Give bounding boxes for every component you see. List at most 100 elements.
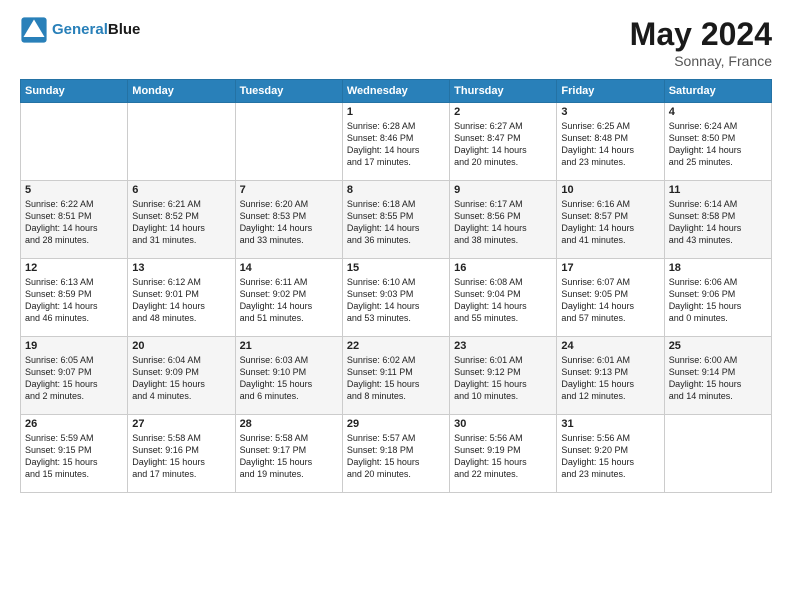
col-header-wednesday: Wednesday xyxy=(342,80,449,103)
week-row-5: 26 Sunrise: 5:59 AM Sunset: 9:15 PM Dayli… xyxy=(21,415,772,493)
day-info: Sunrise: 6:28 AM Sunset: 8:46 PM Dayligh… xyxy=(347,120,445,169)
day-cell: 24Sunrise: 6:01 AM Sunset: 9:13 PM Dayli… xyxy=(557,337,664,415)
day-number: 29 xyxy=(347,418,445,430)
day-cell: 31 Sunrise: 5:56 AM Sunset: 9:20 PM Dayli… xyxy=(557,415,664,493)
day-number: 14 xyxy=(240,262,338,274)
day-cell: 3 Sunrise: 6:25 AM Sunset: 8:48 PM Daylig… xyxy=(557,103,664,181)
day-info: Sunrise: 6:21 AM Sunset: 8:52 PM Dayligh… xyxy=(132,198,230,247)
day-info: Sunrise: 5:56 AM Sunset: 9:19 PM Dayligh… xyxy=(454,432,552,481)
week-row-3: 12Sunrise: 6:13 AM Sunset: 8:59 PM Dayli… xyxy=(21,259,772,337)
day-cell xyxy=(664,415,771,493)
day-cell: 15Sunrise: 6:10 AM Sunset: 9:03 PM Dayli… xyxy=(342,259,449,337)
day-cell: 1 Sunrise: 6:28 AM Sunset: 8:46 PM Daylig… xyxy=(342,103,449,181)
day-number: 16 xyxy=(454,262,552,274)
day-info: Sunrise: 6:27 AM Sunset: 8:47 PM Dayligh… xyxy=(454,120,552,169)
day-cell: 2 Sunrise: 6:27 AM Sunset: 8:47 PM Daylig… xyxy=(450,103,557,181)
day-number: 3 xyxy=(561,106,659,118)
day-number: 18 xyxy=(669,262,767,274)
day-info: Sunrise: 6:22 AM Sunset: 8:51 PM Dayligh… xyxy=(25,198,123,247)
col-header-tuesday: Tuesday xyxy=(235,80,342,103)
day-cell: 22 Sunrise: 6:02 AM Sunset: 9:11 PM Dayli… xyxy=(342,337,449,415)
header-row: SundayMondayTuesdayWednesdayThursdayFrid… xyxy=(21,80,772,103)
day-cell: 27 Sunrise: 5:58 AM Sunset: 9:16 PM Dayli… xyxy=(128,415,235,493)
day-info: Sunrise: 6:25 AM Sunset: 8:48 PM Dayligh… xyxy=(561,120,659,169)
day-number: 19 xyxy=(25,340,123,352)
header: GeneralBlue May 2024 Sonnay, France xyxy=(20,16,772,69)
day-info: Sunrise: 6:02 AM Sunset: 9:11 PM Dayligh… xyxy=(347,354,445,403)
day-cell: 30Sunrise: 5:56 AM Sunset: 9:19 PM Dayli… xyxy=(450,415,557,493)
day-cell: 8Sunrise: 6:18 AM Sunset: 8:55 PM Daylig… xyxy=(342,181,449,259)
day-info: Sunrise: 6:17 AM Sunset: 8:56 PM Dayligh… xyxy=(454,198,552,247)
week-row-4: 19 Sunrise: 6:05 AM Sunset: 9:07 PM Dayli… xyxy=(21,337,772,415)
day-cell: 7Sunrise: 6:20 AM Sunset: 8:53 PM Daylig… xyxy=(235,181,342,259)
col-header-sunday: Sunday xyxy=(21,80,128,103)
day-info: Sunrise: 6:07 AM Sunset: 9:05 PM Dayligh… xyxy=(561,276,659,325)
day-number: 7 xyxy=(240,184,338,196)
day-cell: 14 Sunrise: 6:11 AM Sunset: 9:02 PM Dayli… xyxy=(235,259,342,337)
logo-general: General xyxy=(52,21,108,38)
logo: GeneralBlue xyxy=(20,16,140,44)
col-header-thursday: Thursday xyxy=(450,80,557,103)
day-number: 20 xyxy=(132,340,230,352)
col-header-monday: Monday xyxy=(128,80,235,103)
day-number: 2 xyxy=(454,106,552,118)
day-number: 13 xyxy=(132,262,230,274)
day-info: Sunrise: 6:12 AM Sunset: 9:01 PM Dayligh… xyxy=(132,276,230,325)
col-header-friday: Friday xyxy=(557,80,664,103)
day-number: 8 xyxy=(347,184,445,196)
day-number: 1 xyxy=(347,106,445,118)
day-cell: 17 Sunrise: 6:07 AM Sunset: 9:05 PM Dayli… xyxy=(557,259,664,337)
day-cell: 5 Sunrise: 6:22 AM Sunset: 8:51 PM Daylig… xyxy=(21,181,128,259)
day-number: 27 xyxy=(132,418,230,430)
day-cell: 20 Sunrise: 6:04 AM Sunset: 9:09 PM Dayli… xyxy=(128,337,235,415)
day-number: 26 xyxy=(25,418,123,430)
day-info: Sunrise: 6:01 AM Sunset: 9:13 PM Dayligh… xyxy=(561,354,659,403)
day-info: Sunrise: 6:01 AM Sunset: 9:12 PM Dayligh… xyxy=(454,354,552,403)
day-cell: 21Sunrise: 6:03 AM Sunset: 9:10 PM Dayli… xyxy=(235,337,342,415)
day-cell: 29Sunrise: 5:57 AM Sunset: 9:18 PM Dayli… xyxy=(342,415,449,493)
day-cell: 13 Sunrise: 6:12 AM Sunset: 9:01 PM Dayli… xyxy=(128,259,235,337)
day-cell: 28Sunrise: 5:58 AM Sunset: 9:17 PM Dayli… xyxy=(235,415,342,493)
day-number: 10 xyxy=(561,184,659,196)
day-cell: 16 Sunrise: 6:08 AM Sunset: 9:04 PM Dayli… xyxy=(450,259,557,337)
day-info: Sunrise: 6:00 AM Sunset: 9:14 PM Dayligh… xyxy=(669,354,767,403)
day-cell: 23 Sunrise: 6:01 AM Sunset: 9:12 PM Dayli… xyxy=(450,337,557,415)
month-year: May 2024 xyxy=(630,16,772,53)
day-info: Sunrise: 5:58 AM Sunset: 9:17 PM Dayligh… xyxy=(240,432,338,481)
day-number: 31 xyxy=(561,418,659,430)
day-cell: 18 Sunrise: 6:06 AM Sunset: 9:06 PM Dayli… xyxy=(664,259,771,337)
day-cell: 10 Sunrise: 6:16 AM Sunset: 8:57 PM Dayli… xyxy=(557,181,664,259)
day-cell: 4Sunrise: 6:24 AM Sunset: 8:50 PM Daylig… xyxy=(664,103,771,181)
day-info: Sunrise: 5:59 AM Sunset: 9:15 PM Dayligh… xyxy=(25,432,123,481)
calendar-table: SundayMondayTuesdayWednesdayThursdayFrid… xyxy=(20,79,772,493)
day-info: Sunrise: 6:24 AM Sunset: 8:50 PM Dayligh… xyxy=(669,120,767,169)
day-number: 5 xyxy=(25,184,123,196)
day-cell: 12Sunrise: 6:13 AM Sunset: 8:59 PM Dayli… xyxy=(21,259,128,337)
day-info: Sunrise: 6:04 AM Sunset: 9:09 PM Dayligh… xyxy=(132,354,230,403)
logo-blue: Blue xyxy=(108,21,141,38)
day-info: Sunrise: 5:56 AM Sunset: 9:20 PM Dayligh… xyxy=(561,432,659,481)
day-cell: 25 Sunrise: 6:00 AM Sunset: 9:14 PM Dayli… xyxy=(664,337,771,415)
col-header-saturday: Saturday xyxy=(664,80,771,103)
page: GeneralBlue May 2024 Sonnay, France Sund… xyxy=(0,0,792,612)
day-number: 6 xyxy=(132,184,230,196)
week-row-2: 5 Sunrise: 6:22 AM Sunset: 8:51 PM Daylig… xyxy=(21,181,772,259)
day-cell: 26 Sunrise: 5:59 AM Sunset: 9:15 PM Dayli… xyxy=(21,415,128,493)
day-info: Sunrise: 6:14 AM Sunset: 8:58 PM Dayligh… xyxy=(669,198,767,247)
week-row-1: 1 Sunrise: 6:28 AM Sunset: 8:46 PM Daylig… xyxy=(21,103,772,181)
day-info: Sunrise: 6:06 AM Sunset: 9:06 PM Dayligh… xyxy=(669,276,767,325)
day-cell xyxy=(235,103,342,181)
day-number: 9 xyxy=(454,184,552,196)
day-number: 17 xyxy=(561,262,659,274)
day-number: 22 xyxy=(347,340,445,352)
day-cell: 19 Sunrise: 6:05 AM Sunset: 9:07 PM Dayli… xyxy=(21,337,128,415)
day-info: Sunrise: 6:08 AM Sunset: 9:04 PM Dayligh… xyxy=(454,276,552,325)
day-info: Sunrise: 6:05 AM Sunset: 9:07 PM Dayligh… xyxy=(25,354,123,403)
day-number: 23 xyxy=(454,340,552,352)
day-info: Sunrise: 6:11 AM Sunset: 9:02 PM Dayligh… xyxy=(240,276,338,325)
day-number: 12 xyxy=(25,262,123,274)
day-info: Sunrise: 6:16 AM Sunset: 8:57 PM Dayligh… xyxy=(561,198,659,247)
logo-icon xyxy=(20,16,48,44)
day-info: Sunrise: 5:58 AM Sunset: 9:16 PM Dayligh… xyxy=(132,432,230,481)
day-number: 25 xyxy=(669,340,767,352)
